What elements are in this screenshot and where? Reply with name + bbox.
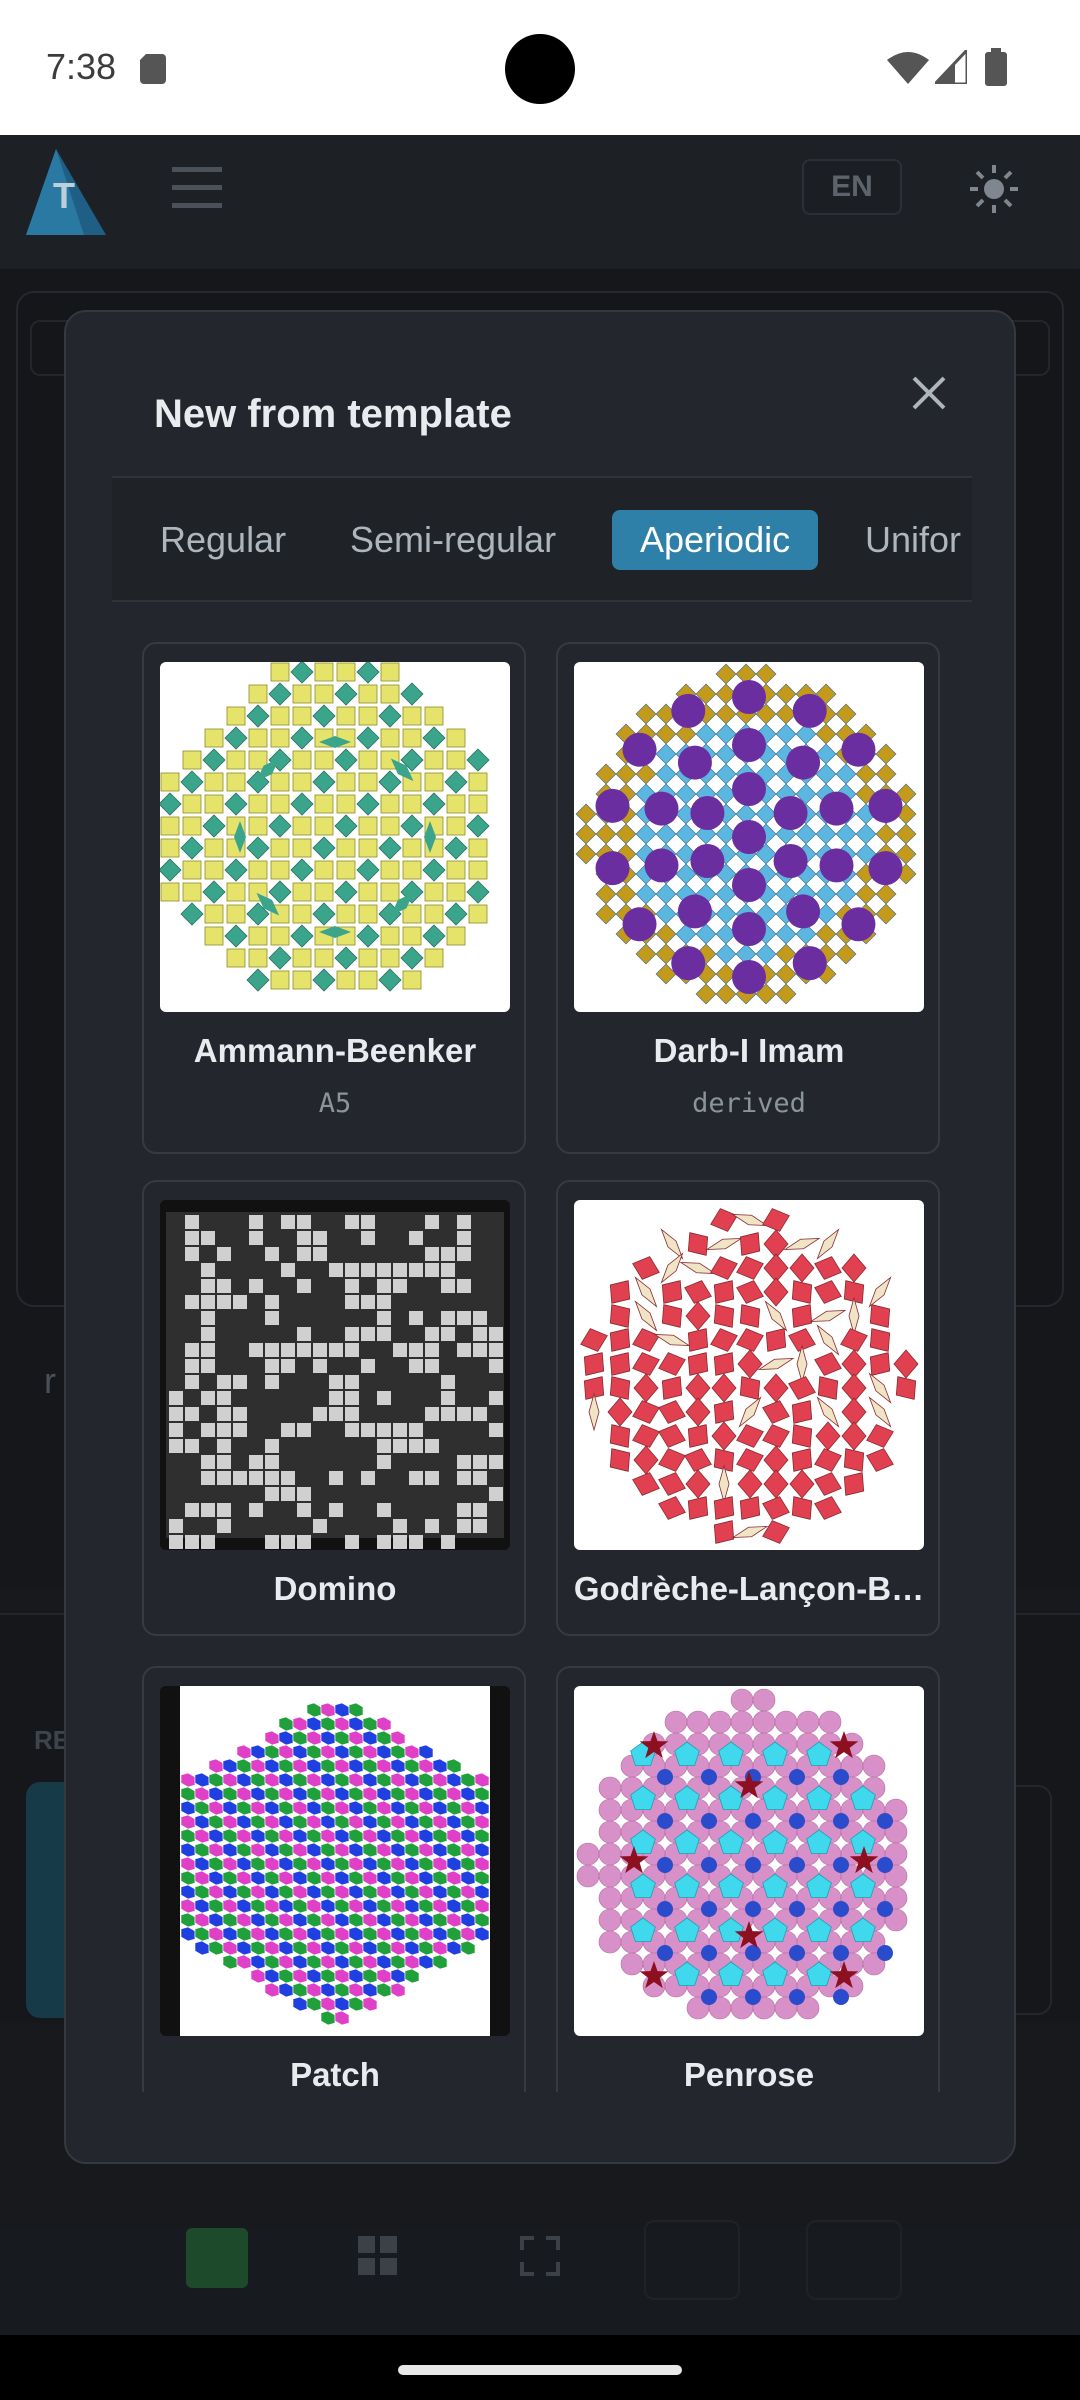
hamburger-menu-icon[interactable] <box>172 165 222 211</box>
status-bar: 7:38 <box>0 0 1080 135</box>
template-name: Penrose <box>683 2056 815 2092</box>
template-dialog: New from template Regular Semi-regular A… <box>64 310 1016 2164</box>
template-name: Domino <box>273 1570 397 1607</box>
sd-card-icon <box>140 54 166 84</box>
battery-icon <box>985 48 1007 86</box>
home-gesture-handle[interactable] <box>398 2365 682 2375</box>
darb-i-imam-preview-icon <box>574 662 924 1012</box>
close-icon[interactable] <box>904 368 954 418</box>
color-swatch-button <box>186 2228 248 2288</box>
redo-button <box>806 2220 902 2300</box>
template-card-godreche-lancon[interactable]: Godrèche-Lançon-B… <box>556 1180 940 1636</box>
template-card-penrose[interactable]: Penrose P1 <box>556 1666 940 2092</box>
template-name: Ammann-Beenker <box>193 1032 477 1069</box>
theme-toggle-sun-icon[interactable] <box>968 163 1020 215</box>
language-button[interactable]: EN <box>802 159 902 215</box>
template-card-ammann-beenker[interactable]: Ammann-Beenker A5 <box>142 642 526 1154</box>
template-name: Godrèche-Lançon-B… <box>573 1570 925 1607</box>
wifi-icon <box>887 52 929 84</box>
status-time: 7:38 <box>46 46 117 87</box>
template-subtitle: A5 <box>318 1088 352 1119</box>
template-grid: Ammann-Beenker A5 Darb-I Imam derived Do… <box>112 602 972 2092</box>
tab-regular[interactable]: Regular <box>160 510 286 570</box>
editor-hint-text: r <box>44 1360 56 1401</box>
app-logo-letter: T <box>53 175 75 216</box>
app-header: T EN <box>0 135 1080 270</box>
template-card-patch[interactable]: Patch <box>142 1666 526 2092</box>
godreche-lancon-preview-icon <box>574 1200 924 1550</box>
tab-aperiodic[interactable]: Aperiodic <box>612 510 819 570</box>
grid-icon <box>358 2236 397 2275</box>
ammann-beenker-preview-icon <box>160 662 510 1012</box>
camera-cutout <box>505 34 575 104</box>
penrose-preview-icon <box>574 1686 924 2036</box>
patch-preview-icon <box>160 1686 510 2036</box>
template-card-darb-i-imam[interactable]: Darb-I Imam derived <box>556 642 940 1154</box>
signal-icon <box>935 50 967 84</box>
template-card-domino[interactable]: Domino <box>142 1180 526 1636</box>
template-name: Darb-I Imam <box>653 1032 845 1069</box>
tab-semi-regular[interactable]: Semi-regular <box>350 510 556 570</box>
expand-icon <box>520 2236 560 2276</box>
domino-preview-icon <box>160 1200 510 1550</box>
tab-uniform[interactable]: Unifor <box>865 510 961 570</box>
template-name: Patch <box>290 2056 380 2092</box>
template-category-tabs: Regular Semi-regular Aperiodic Unifor <box>112 476 972 602</box>
dialog-title: New from template <box>154 392 512 436</box>
undo-button <box>644 2220 740 2300</box>
template-subtitle: derived <box>692 1088 806 1119</box>
